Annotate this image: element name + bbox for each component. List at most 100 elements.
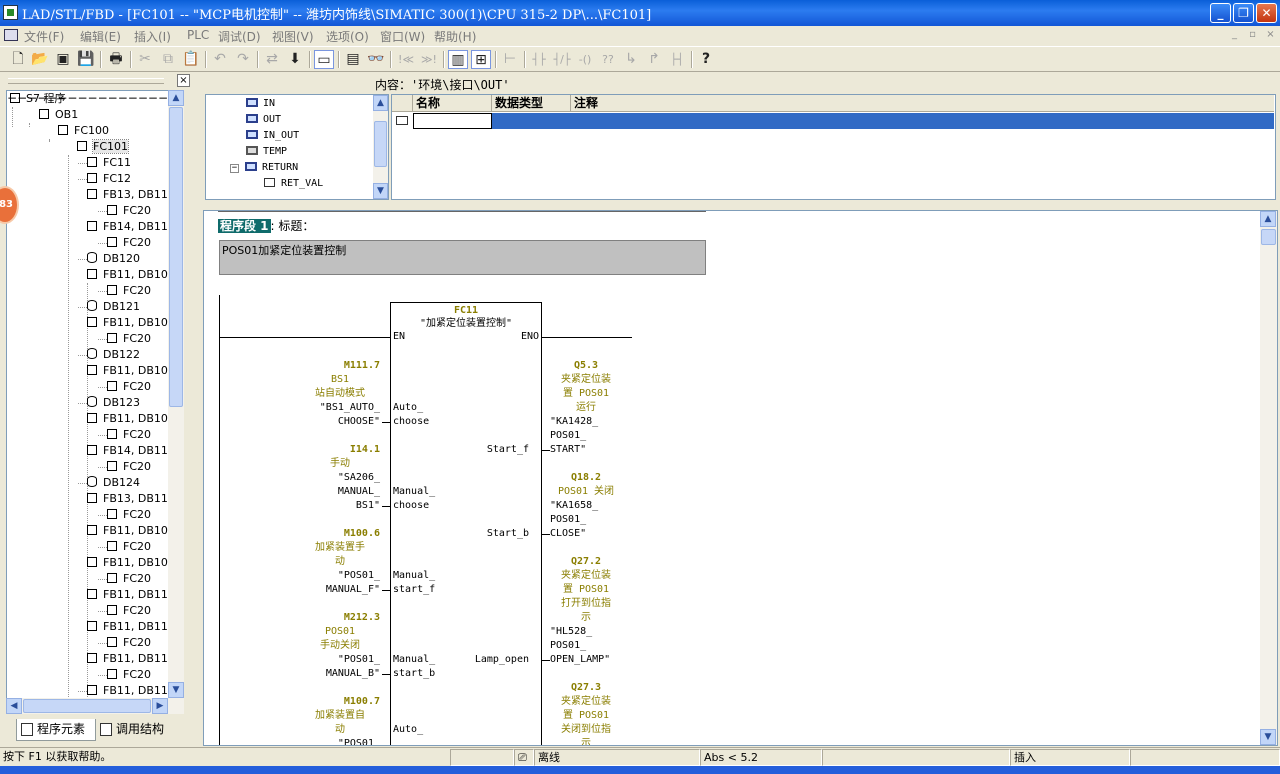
- menu-view[interactable]: 视图(V): [272, 28, 314, 45]
- empty-box-icon[interactable]: ??: [598, 50, 618, 69]
- tree-node[interactable]: FB11, DB102: [87, 267, 175, 283]
- collapse-icon[interactable]: −: [77, 91, 87, 105]
- scroll-up-icon[interactable]: ▲: [373, 95, 388, 111]
- tree-node[interactable]: DB124: [87, 475, 140, 491]
- scroll-thumb[interactable]: [169, 107, 183, 407]
- tree-node[interactable]: FB11, DB112: [87, 651, 175, 667]
- menu-help[interactable]: 帮助(H): [434, 28, 476, 45]
- tree-vertical-scrollbar[interactable]: ▲ ▼: [168, 90, 184, 714]
- interface-item-temp[interactable]: TEMP: [246, 146, 287, 157]
- interface-declaration-table[interactable]: 名称 数据类型 注释: [391, 94, 1276, 200]
- tree-node[interactable]: FC11: [87, 155, 131, 171]
- tree-horizontal-scrollbar[interactable]: ◀ ▶: [6, 698, 168, 714]
- scroll-up-icon[interactable]: ▲: [168, 90, 184, 106]
- coil-icon[interactable]: -(): [575, 50, 595, 69]
- block-tree[interactable]: S7 程序 OB1− FC100− FC101− FC11 FC12 FB13, DB11…: [6, 90, 184, 714]
- interface-item-ret-val[interactable]: RET_VAL: [264, 178, 323, 189]
- interface-tree[interactable]: IN OUT IN_OUT TEMP − RETURN RET_VAL ▲ ▼: [205, 94, 389, 200]
- menu-insert[interactable]: 插入(I): [134, 28, 171, 45]
- tree-node[interactable]: FC20: [107, 459, 151, 475]
- tab-program-elements[interactable]: 程序元素: [16, 719, 96, 741]
- scroll-up-icon[interactable]: ▲: [1260, 211, 1276, 227]
- tree-node[interactable]: FB11, DB113: [87, 683, 175, 699]
- open-folder-icon[interactable]: 📂: [30, 50, 50, 69]
- collapse-icon[interactable]: −: [118, 91, 128, 105]
- scroll-thumb[interactable]: [1261, 229, 1276, 245]
- overview-icon[interactable]: ▤: [343, 50, 363, 69]
- menu-plc[interactable]: PLC: [187, 28, 209, 42]
- panel-close-icon[interactable]: ×: [177, 74, 190, 87]
- tree-node[interactable]: FC20: [107, 235, 151, 251]
- scroll-down-icon[interactable]: ▼: [373, 183, 388, 199]
- download-icon[interactable]: ⬇: [285, 50, 305, 69]
- tree-node[interactable]: DB121: [87, 299, 140, 315]
- tree-node[interactable]: FB11, DB110: [87, 619, 175, 635]
- tree-node[interactable]: FB11, DB108: [87, 523, 175, 539]
- tree-node[interactable]: FC20: [107, 379, 151, 395]
- tree-root[interactable]: S7 程序: [10, 91, 65, 107]
- collapse-icon[interactable]: −: [108, 91, 118, 105]
- collapse-icon[interactable]: −: [138, 91, 148, 105]
- editor-vertical-scrollbar[interactable]: ▲ ▼: [1260, 211, 1277, 745]
- doc-close-button[interactable]: ×: [1264, 29, 1277, 41]
- collapse-icon[interactable]: −: [148, 91, 158, 105]
- print-icon[interactable]: 🖶: [106, 50, 126, 69]
- nc-contact-icon[interactable]: ┤/├: [552, 50, 572, 69]
- tree-node[interactable]: FB13, DB115: [87, 187, 175, 203]
- close-branch-icon[interactable]: ↱: [644, 50, 664, 69]
- tree-node[interactable]: DB120: [87, 251, 140, 267]
- tree-node[interactable]: FB13, DB116: [87, 491, 175, 507]
- menu-options[interactable]: 选项(O): [326, 28, 369, 45]
- menu-window[interactable]: 窗口(W): [380, 28, 425, 45]
- new-network-icon[interactable]: ▭: [314, 50, 334, 69]
- connection-icon[interactable]: ├┤: [667, 50, 687, 69]
- minimize-button[interactable]: _: [1210, 3, 1231, 23]
- new-file-icon[interactable]: 🗋: [8, 50, 28, 69]
- tree-node[interactable]: FC20: [107, 571, 151, 587]
- cut-icon[interactable]: ✂: [135, 50, 155, 69]
- tree-node[interactable]: FC20: [107, 667, 151, 683]
- network-comment[interactable]: POS01加紧定位装置控制: [219, 240, 706, 275]
- collapse-icon[interactable]: −: [67, 91, 77, 105]
- tree-node[interactable]: FB11, DB104: [87, 363, 175, 379]
- tree-node[interactable]: FC20: [107, 507, 151, 523]
- network-title[interactable]: 程序段 1: 标题：: [218, 217, 314, 234]
- column-header-name[interactable]: 名称: [413, 95, 492, 112]
- collapse-icon[interactable]: −: [128, 91, 138, 105]
- accessible-nodes-icon[interactable]: ▣: [53, 50, 73, 69]
- monitor-icon[interactable]: 👓: [366, 50, 386, 69]
- collapse-icon[interactable]: −: [98, 91, 108, 105]
- help-context-icon[interactable]: ?: [696, 50, 716, 69]
- doc-minimize-button[interactable]: _: [1228, 29, 1241, 41]
- scroll-down-icon[interactable]: ▼: [168, 682, 184, 698]
- interface-item-in-out[interactable]: IN_OUT: [246, 130, 299, 141]
- tree-node[interactable]: FC20: [107, 283, 151, 299]
- tree-node[interactable]: DB123: [87, 395, 140, 411]
- collapse-icon[interactable]: −: [158, 91, 168, 105]
- tree-node[interactable]: FC20: [107, 539, 151, 555]
- branch-icon[interactable]: ⊢: [500, 50, 520, 69]
- close-button[interactable]: ✕: [1256, 3, 1277, 23]
- interface-item-out[interactable]: OUT: [246, 114, 281, 125]
- scroll-left-icon[interactable]: ◀: [6, 698, 22, 714]
- collapse-icon[interactable]: −: [230, 164, 239, 173]
- collapse-icon[interactable]: −: [88, 91, 98, 105]
- tree-node[interactable]: FC20: [107, 427, 151, 443]
- column-header-datatype[interactable]: 数据类型: [492, 95, 571, 112]
- tree-node[interactable]: FC20: [107, 635, 151, 651]
- tree-node[interactable]: FB14, DB118: [87, 219, 175, 235]
- menu-file[interactable]: 文件(F): [24, 28, 64, 45]
- interface-tree-scrollbar[interactable]: ▲ ▼: [373, 95, 388, 199]
- doc-restore-button[interactable]: ▫: [1246, 29, 1259, 41]
- tree-node[interactable]: FC20: [107, 603, 151, 619]
- scroll-thumb[interactable]: [23, 699, 151, 713]
- tree-node[interactable]: FC20: [107, 331, 151, 347]
- interface-item-return[interactable]: − RETURN: [230, 162, 298, 173]
- menu-edit[interactable]: 编辑(E): [80, 28, 121, 45]
- no-contact-icon[interactable]: ┤├: [529, 50, 549, 69]
- tree-node[interactable]: FB11, DB109: [87, 555, 175, 571]
- paste-icon[interactable]: 📋: [181, 50, 201, 69]
- tree-node[interactable]: DB122: [87, 347, 140, 363]
- menu-debug[interactable]: 调试(D): [218, 28, 261, 45]
- details-icon[interactable]: ⊞: [471, 50, 491, 69]
